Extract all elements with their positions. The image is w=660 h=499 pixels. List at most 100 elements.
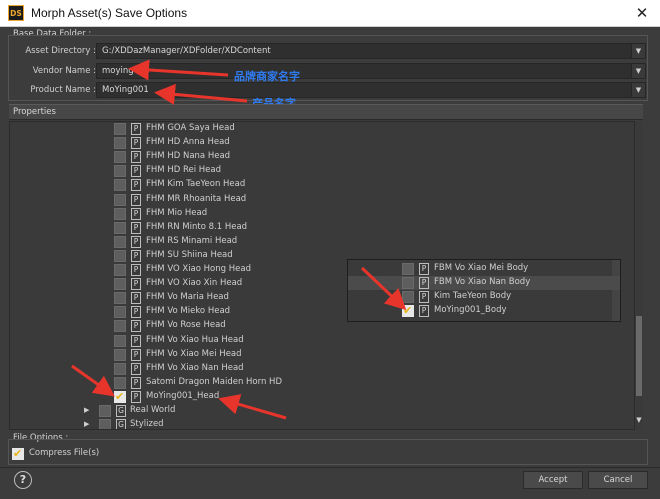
scroll-thumb[interactable] [636, 316, 642, 396]
property-checkbox[interactable] [114, 249, 126, 262]
property-group[interactable]: ▶ G Real World [10, 404, 630, 418]
property-item[interactable]: P FHM Vo Xiao Nan Head [10, 362, 630, 376]
compress-label: Compress File(s) [29, 448, 100, 458]
chevron-down-icon[interactable]: ▼ [631, 64, 645, 78]
property-checkbox[interactable] [114, 376, 126, 389]
property-type-icon: P [419, 277, 429, 289]
property-type-icon: P [131, 348, 141, 361]
inset-body-morphs-panel: P FBM Vo Xiao Mei Body P FBM Vo Xiao Nan Bo… [347, 259, 621, 322]
property-type-icon: P [419, 291, 429, 303]
property-type-icon: P [131, 320, 141, 333]
vendor-annotation: 品牌商家名字 [234, 70, 300, 83]
inset-label: FBM Vo Xiao Nan Body [434, 277, 531, 287]
property-checkbox[interactable] [114, 165, 126, 178]
accept-button[interactable]: Accept [523, 471, 583, 489]
property-type-icon: P [131, 362, 141, 375]
inset-checkbox[interactable] [402, 304, 414, 317]
property-item[interactable]: P FHM Vo Xiao Mei Head [10, 348, 630, 362]
properties-scrollbar[interactable]: ▼ [634, 121, 643, 430]
property-type-icon: P [131, 306, 141, 319]
property-checkbox[interactable] [114, 278, 126, 291]
group-label: Stylized [130, 419, 164, 430]
properties-header: Properties [9, 104, 643, 120]
property-item[interactable]: P FHM RN Minto 8.1 Head [10, 221, 630, 235]
cancel-button[interactable]: Cancel [588, 471, 648, 489]
property-item[interactable]: P FHM HD Anna Head [10, 136, 630, 150]
inset-checkbox[interactable] [402, 291, 414, 303]
property-checkbox[interactable] [114, 123, 126, 135]
property-checkbox[interactable] [114, 193, 126, 206]
scroll-down-icon[interactable]: ▼ [635, 416, 643, 428]
title-bar: DS Morph Asset(s) Save Options ✕ [0, 0, 660, 27]
property-checkbox[interactable] [114, 348, 126, 361]
vendor-name-combo[interactable]: moying ▼ [96, 63, 646, 79]
group-type-icon: G [116, 405, 126, 417]
property-item[interactable]: P FHM MR Rhoanita Head [10, 193, 630, 207]
property-checkbox[interactable] [114, 292, 126, 305]
property-label: FHM Vo Xiao Hua Head [146, 334, 244, 345]
close-icon[interactable]: ✕ [630, 1, 654, 25]
compress-option[interactable]: Compress File(s) [12, 447, 212, 461]
property-checkbox[interactable] [114, 179, 126, 192]
property-checkbox[interactable] [114, 221, 126, 234]
expand-arrow-icon[interactable]: ▶ [84, 420, 89, 428]
property-type-icon: P [131, 137, 141, 150]
property-checkbox[interactable] [114, 264, 126, 276]
vendor-name-value: moying [102, 66, 134, 76]
property-item[interactable]: P MoYing001_Head [10, 390, 630, 404]
help-icon[interactable]: ? [14, 471, 32, 489]
expand-arrow-icon[interactable]: ▶ [84, 406, 89, 414]
property-item[interactable]: P FHM Mio Head [10, 207, 630, 221]
property-type-icon: P [131, 278, 141, 291]
property-item[interactable]: P Satomi Dragon Maiden Horn HD [10, 376, 630, 390]
property-checkbox[interactable] [114, 235, 126, 248]
property-type-icon: P [131, 390, 141, 403]
property-item[interactable]: P FHM GOA Saya Head [10, 122, 630, 136]
property-item[interactable]: P FHM HD Nana Head [10, 150, 630, 164]
property-checkbox[interactable] [114, 306, 126, 319]
property-label: FHM MR Rhoanita Head [146, 193, 247, 204]
property-item[interactable]: P FHM RS Minami Head [10, 235, 630, 249]
product-name-combo[interactable]: MoYing001 ▼ [96, 82, 646, 98]
chevron-down-icon[interactable]: ▼ [631, 83, 645, 97]
inset-item[interactable]: P FBM Vo Xiao Nan Body [348, 276, 620, 290]
property-group[interactable]: ▶ G Stylized [10, 418, 630, 430]
property-checkbox[interactable] [114, 207, 126, 220]
group-checkbox[interactable] [99, 405, 111, 417]
chevron-down-icon[interactable]: ▼ [631, 44, 645, 58]
property-checkbox[interactable] [114, 137, 126, 150]
property-type-icon: P [131, 334, 141, 347]
property-label: FHM SU Shiina Head [146, 249, 233, 260]
property-type-icon: P [131, 249, 141, 262]
inset-item[interactable]: P FBM Vo Xiao Mei Body [348, 262, 620, 276]
property-label: FHM Vo Rose Head [146, 320, 226, 331]
property-label: FHM HD Nana Head [146, 151, 231, 162]
product-name-label: Product Name : [30, 85, 96, 95]
property-checkbox[interactable] [114, 320, 126, 333]
asset-directory-value: G:/XDDazManager/XDFolder/XDContent [102, 46, 271, 56]
compress-checkbox[interactable] [12, 447, 24, 460]
property-label: FHM RN Minto 8.1 Head [146, 221, 248, 232]
property-item[interactable]: P FHM Kim TaeYeon Head [10, 178, 630, 192]
property-label: Satomi Dragon Maiden Horn HD [146, 376, 282, 387]
property-checkbox[interactable] [114, 362, 126, 375]
property-label: FHM HD Rei Head [146, 165, 221, 176]
property-checkbox[interactable] [114, 390, 126, 403]
property-type-icon: P [131, 179, 141, 192]
property-item[interactable]: P FHM HD Rei Head [10, 164, 630, 178]
inset-checkbox[interactable] [402, 277, 414, 289]
inset-checkbox[interactable] [402, 263, 414, 275]
property-checkbox[interactable] [114, 151, 126, 164]
property-type-icon: P [131, 151, 141, 164]
property-type-icon: P [131, 221, 141, 234]
asset-directory-combo[interactable]: G:/XDDazManager/XDFolder/XDContent ▼ [96, 43, 646, 59]
inset-item[interactable]: P Kim TaeYeon Body [348, 290, 620, 304]
property-label: FHM Kim TaeYeon Head [146, 179, 246, 190]
group-checkbox[interactable] [99, 419, 111, 429]
property-type-icon: P [131, 193, 141, 206]
property-label: FHM Vo Maria Head [146, 292, 229, 303]
inset-item[interactable]: P MoYing001_Body [348, 304, 620, 318]
property-item[interactable]: P FHM Vo Xiao Hua Head [10, 334, 630, 348]
property-label: FHM VO Xiao Hong Head [146, 264, 251, 274]
property-checkbox[interactable] [114, 334, 126, 347]
